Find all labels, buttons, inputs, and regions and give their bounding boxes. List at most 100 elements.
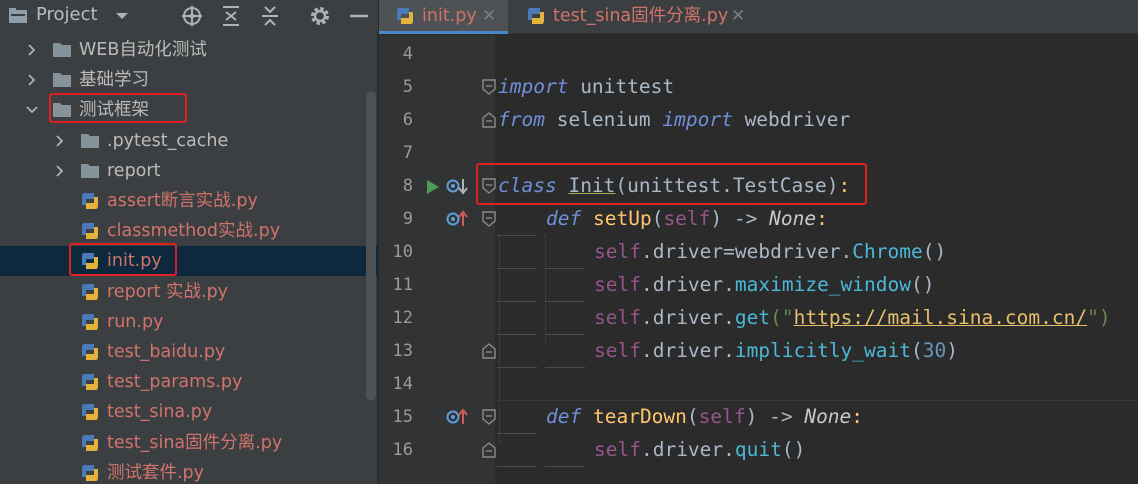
crosshair-icon[interactable] xyxy=(180,4,204,28)
python-file-icon xyxy=(82,404,98,421)
folder-icon xyxy=(81,133,99,148)
override-up-icon[interactable] xyxy=(445,407,469,427)
tab-close-icon[interactable]: ✕ xyxy=(482,4,496,28)
tree-file-row[interactable]: classmethod实战.py xyxy=(0,216,378,246)
indent-guide xyxy=(497,235,537,236)
tree-item-label: classmethod实战.py xyxy=(107,221,281,242)
project-scrollbar[interactable] xyxy=(366,92,376,400)
tree-file-row[interactable]: 测试套件.py xyxy=(0,458,378,484)
indent-guide xyxy=(499,235,500,445)
tab-test-sina-fixture[interactable]: test_sina固件分离.py ✕ xyxy=(509,0,749,34)
tree-file-row[interactable]: run.py xyxy=(0,307,378,337)
gear-icon[interactable] xyxy=(308,4,332,28)
chevron-down-icon[interactable] xyxy=(110,4,134,28)
keyword: from xyxy=(498,108,545,131)
tab-init-py[interactable]: init.py ✕ xyxy=(379,0,508,34)
project-header: Project xyxy=(0,0,378,32)
python-file-icon xyxy=(82,253,98,270)
code-text: selenium xyxy=(544,108,663,131)
indent-guide xyxy=(497,334,537,335)
tree-file-row[interactable]: init.py xyxy=(0,246,378,277)
code-text: .driver=webdriver. xyxy=(640,240,853,263)
tree-folder-row[interactable]: report xyxy=(0,156,378,186)
tree-file-row[interactable]: report 实战.py xyxy=(0,277,378,307)
code-line-13[interactable]: self.driver.implicitly_wait(30) xyxy=(594,334,958,367)
implemented-down-icon[interactable] xyxy=(445,176,469,196)
line-number: 9 xyxy=(402,209,413,229)
python-file-icon xyxy=(82,313,98,330)
expand-all-icon[interactable] xyxy=(219,4,243,28)
line-number: 8 xyxy=(402,176,413,196)
tree-folder-row[interactable]: 测试框架 xyxy=(0,95,378,125)
tab-label: test_sina固件分离.py xyxy=(553,6,729,26)
project-title[interactable]: Project xyxy=(36,4,98,26)
code-text: ( xyxy=(651,207,664,230)
tree-item-label: report xyxy=(107,160,161,181)
code-line-5[interactable]: import unittest xyxy=(498,70,674,103)
code-line-10[interactable]: self.driver=webdriver.Chrome() xyxy=(594,235,946,268)
line-number: 11 xyxy=(392,275,413,295)
code-text: ( xyxy=(911,339,923,362)
editor-area: init.py ✕ test_sina固件分离.py ✕ 4 5 6 7 8 9… xyxy=(379,0,1138,484)
line-number: 6 xyxy=(402,110,413,130)
tree-file-row[interactable]: test_params.py xyxy=(0,367,378,397)
code-colon: : xyxy=(816,207,828,230)
tree-item-label: WEB自动化测试 xyxy=(79,40,207,60)
code-line-12[interactable]: self.driver.get("https://mail.sina.com.c… xyxy=(594,301,1111,334)
method-name: quit xyxy=(734,438,782,461)
tree-folder-row[interactable]: .pytest_cache xyxy=(0,126,378,156)
chevron-right-icon[interactable] xyxy=(24,42,40,58)
code-text: .driver. xyxy=(640,339,735,362)
code-line-8[interactable]: class Init(unittest.TestCase): xyxy=(498,169,850,202)
code-line-15[interactable]: def tearDown(self) -> None: xyxy=(546,400,863,433)
folder-icon xyxy=(53,73,71,88)
collapse-all-icon[interactable] xyxy=(258,4,282,28)
self-ref: self xyxy=(594,240,641,263)
tree-folder-row[interactable]: WEB自动化测试 xyxy=(0,35,378,65)
chevron-down-icon[interactable] xyxy=(24,102,40,118)
url-string[interactable]: https://mail.sina.com.cn/ xyxy=(794,306,1088,329)
tree-item-label: 测试框架 xyxy=(79,100,149,121)
line-number: 13 xyxy=(392,341,413,361)
line-number: 7 xyxy=(402,143,413,163)
line-number: 14 xyxy=(392,374,413,394)
fold-marker-icon[interactable] xyxy=(478,209,502,229)
tree-folder-row[interactable]: 基础学习 xyxy=(0,65,378,95)
self-ref: self xyxy=(594,438,641,461)
indent-guide xyxy=(545,466,585,467)
chevron-right-icon[interactable] xyxy=(52,163,68,179)
code-text: (" xyxy=(770,306,794,329)
method-name: maximize_window xyxy=(734,273,911,296)
tree-file-row[interactable]: test_sina固件分离.py xyxy=(0,428,378,458)
code-text: ) -> xyxy=(710,207,770,230)
project-panel: Project WEB自动化测试 基础学习 测试框架 .pytest_cache… xyxy=(0,0,378,484)
tab-close-icon[interactable]: ✕ xyxy=(731,4,745,28)
python-file-icon xyxy=(82,223,98,240)
indent-guide xyxy=(545,235,546,343)
run-icon[interactable] xyxy=(423,177,447,197)
minimize-icon[interactable] xyxy=(347,4,371,28)
tree-file-row[interactable]: test_baidu.py xyxy=(0,337,378,367)
code-text: unittest xyxy=(568,75,675,98)
keyword: None xyxy=(769,207,817,230)
python-file-icon xyxy=(528,8,544,24)
override-up-icon[interactable] xyxy=(445,209,469,229)
code-line-6[interactable]: from selenium import webdriver xyxy=(498,103,850,136)
method-name: Chrome xyxy=(852,240,923,263)
code-text: ( xyxy=(686,405,699,428)
code-colon: : xyxy=(838,174,851,197)
chevron-right-icon[interactable] xyxy=(52,133,68,149)
code-line-9[interactable]: def setUp(self) -> None: xyxy=(546,202,828,235)
code-line-16[interactable]: self.driver.quit() xyxy=(594,433,805,466)
chevron-right-icon[interactable] xyxy=(24,72,40,88)
tree-item-label: test_params.py xyxy=(107,372,243,393)
number-literal: 30 xyxy=(922,339,947,362)
tree-item-label: report 实战.py xyxy=(107,281,229,302)
code-line-11[interactable]: self.driver.maximize_window() xyxy=(594,268,934,301)
tree-file-row[interactable]: test_sina.py xyxy=(0,397,378,427)
tab-label: init.py xyxy=(422,6,477,26)
tree-file-row[interactable]: assert断言实战.py xyxy=(0,186,378,216)
folder-icon xyxy=(53,103,71,118)
indent-guide xyxy=(497,268,537,269)
editor-tabbar: init.py ✕ test_sina固件分离.py ✕ xyxy=(379,0,1138,34)
